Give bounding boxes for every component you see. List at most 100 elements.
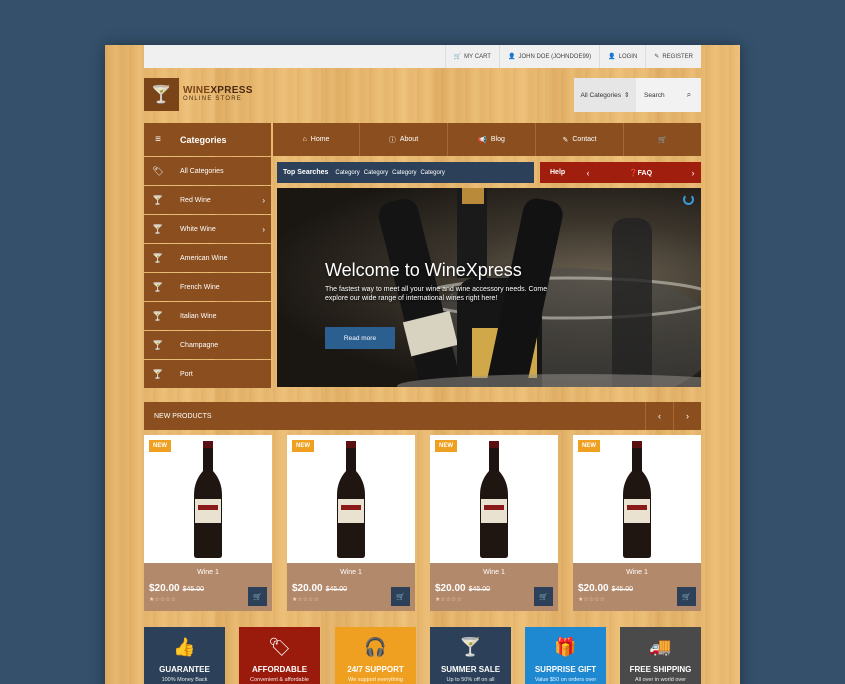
feature-title: GUARANTEE [159, 665, 210, 674]
sidebar-item-red-wine[interactable]: 🍸 Red Wine › [144, 186, 271, 214]
sidebar-item-label: Port [180, 370, 193, 378]
sidebar-item-champagne[interactable]: 🍸 Champagne [144, 331, 271, 359]
sidebar-item-french-wine[interactable]: 🍸 French Wine [144, 273, 271, 301]
carousel-next-button[interactable]: › [673, 402, 701, 430]
feature-tile-guarantee[interactable]: 👍 GUARANTEE 100% Money Back [144, 627, 225, 684]
product-name[interactable]: Wine 1 [430, 563, 558, 576]
chevron-left-icon[interactable]: ‹ [580, 168, 596, 178]
category-select[interactable]: All Categories ⇕ [574, 78, 636, 112]
tags-icon: 🏷 [152, 165, 164, 176]
product-price: $20.00 $45.00 [578, 583, 633, 594]
home-icon: ⌂ [302, 136, 307, 143]
product-image[interactable]: NEW [287, 435, 415, 563]
add-to-cart-button[interactable]: 🛒 [391, 587, 410, 606]
sidebar-item-italian-wine[interactable]: 🍸 Italian Wine [144, 302, 271, 330]
new-products-label: NEW PRODUCTS [154, 412, 212, 420]
sidebar-item-all-categories[interactable]: 🏷 All Categories [144, 157, 271, 185]
product-price: $20.00 $45.00 [292, 583, 347, 594]
feature-subtitle: We support everything [348, 677, 403, 683]
categories-header[interactable]: ≡ Categories [144, 123, 271, 156]
add-to-cart-button[interactable]: 🛒 [534, 587, 553, 606]
user-icon: 👤 [507, 54, 516, 60]
new-badge: NEW [435, 440, 457, 452]
nav-home[interactable]: ⌂ Home [273, 123, 360, 156]
feature-tile-summer-sale[interactable]: 🍸 SUMMER SALE Up to 50% off on all [430, 627, 511, 684]
truck-icon: 🚚 [649, 637, 672, 657]
star-rating: ★☆☆☆☆ [435, 597, 462, 603]
headset-icon: 🎧 [364, 637, 387, 657]
search-tag[interactable]: Category [392, 170, 416, 176]
register-link[interactable]: ✎ REGISTER [645, 45, 701, 68]
sidebar-item-white-wine[interactable]: 🍸 White Wine › [144, 215, 271, 243]
nav-about[interactable]: ⓘ About [360, 123, 448, 156]
old-price: $45.00 [611, 586, 634, 593]
store-page: 🛒 MY CART 👤 JOHN DOE (JOHNDOE99) 👤 LOGIN… [105, 45, 740, 684]
nav-blog[interactable]: 📢 Blog [448, 123, 536, 156]
search-tag[interactable]: Category [335, 170, 359, 176]
tags-icon: 🏷 [268, 637, 291, 657]
glass-icon: 🍸 [152, 194, 164, 205]
brand-rest: XPRESS [210, 85, 253, 96]
hero-slider: Welcome to WineXpress The fastest way to… [277, 188, 701, 387]
top-searches-bar: Top Searches Category Category Category … [277, 162, 534, 183]
feature-tile-surprise-gift[interactable]: 🎁 SURPRISE GIFT Value $50 on orders over [525, 627, 606, 684]
sidebar-item-port[interactable]: 🍸 Port [144, 360, 271, 388]
sidebar-item-american-wine[interactable]: 🍸 American Wine [144, 244, 271, 272]
menu-icon: ≡ [155, 134, 161, 145]
help-label: Help [550, 169, 566, 176]
select-caret-icon: ⇕ [624, 92, 630, 99]
nav-home-label: Home [310, 136, 330, 143]
feature-subtitle: Up to 50% off on all [446, 677, 495, 683]
edit-icon: ✎ [562, 136, 569, 144]
search-input[interactable]: Search [636, 92, 677, 99]
pencil-icon: ✎ [654, 54, 660, 60]
logo-wordmark[interactable]: WINEXPRESS ONLINE STORE [183, 85, 253, 102]
feature-subtitle: All over in world over [634, 677, 687, 683]
star-rating: ★☆☆☆☆ [292, 597, 319, 603]
product-image[interactable]: NEW [430, 435, 558, 563]
product-card[interactable]: NEW Wine 1 $20.00 $45.00 ★☆☆☆☆ 🛒 [430, 435, 558, 611]
search-tag[interactable]: Category [364, 170, 388, 176]
product-card[interactable]: NEW Wine 1 $20.00 $45.00 ★☆☆☆☆ 🛒 [573, 435, 701, 611]
feature-tile-affordable[interactable]: 🏷 AFFORDABLE Convenient & affordable [239, 627, 320, 684]
product-card[interactable]: NEW Wine 1 $20.00 $45.00 ★☆☆☆☆ 🛒 [144, 435, 272, 611]
login-link[interactable]: 👤 LOGIN [599, 45, 645, 68]
nav-cart[interactable]: 🛒 [624, 123, 701, 156]
search-button[interactable]: ⌕ [677, 90, 701, 100]
carousel-prev-button[interactable]: ‹ [645, 402, 673, 430]
star-rating: ★☆☆☆☆ [578, 597, 605, 603]
read-more-button[interactable]: Read more [325, 327, 395, 349]
megaphone-icon: 📢 [478, 136, 487, 144]
add-to-cart-button[interactable]: 🛒 [248, 587, 267, 606]
wine-bottle-icon [480, 441, 508, 558]
feature-subtitle: Value $50 on orders over [534, 677, 597, 683]
new-badge: NEW [149, 440, 171, 452]
nav-contact[interactable]: ✎ Contact [536, 123, 624, 156]
product-name[interactable]: Wine 1 [287, 563, 415, 576]
my-cart-link[interactable]: 🛒 MY CART [444, 45, 499, 68]
feature-title: SUMMER SALE [440, 665, 501, 674]
product-name[interactable]: Wine 1 [144, 563, 272, 576]
product-price: $20.00 $45.00 [435, 583, 490, 594]
feature-tile-support[interactable]: 🎧 24/7 SUPPORT We support everything [335, 627, 416, 684]
nav-contact-label: Contact [572, 136, 597, 143]
feature-tile-free-shipping[interactable]: 🚚 FREE SHIPPING All over in world over [620, 627, 701, 684]
product-image[interactable]: NEW [573, 435, 701, 563]
category-sidebar: 🏷 All Categories 🍸 Red Wine › 🍸 White Wi… [144, 157, 271, 389]
current-price: $20.00 [578, 583, 609, 594]
faq-link[interactable]: ❓FAQ [596, 169, 685, 177]
cart-icon: 🛒 [658, 136, 667, 144]
glass-icon: 🍸 [152, 252, 164, 263]
account-link[interactable]: 👤 JOHN DOE (JOHNDOE99) [498, 45, 599, 68]
main-nav: ⌂ Home ⓘ About 📢 Blog ✎ Contact 🛒 [273, 123, 701, 156]
search-tag[interactable]: Category [420, 170, 444, 176]
glass-icon: 🍸 [152, 339, 164, 350]
product-card[interactable]: NEW Wine 1 $20.00 $45.00 ★☆☆☆☆ 🛒 [287, 435, 415, 611]
product-name[interactable]: Wine 1 [573, 563, 701, 576]
add-to-cart-button[interactable]: 🛒 [677, 587, 696, 606]
nav-about-label: About [399, 136, 419, 143]
chevron-right-icon[interactable]: › [685, 168, 701, 178]
product-image[interactable]: NEW [144, 435, 272, 563]
brand-bold: WINE [183, 85, 211, 96]
logo-mark[interactable]: 🍸 [144, 78, 179, 111]
